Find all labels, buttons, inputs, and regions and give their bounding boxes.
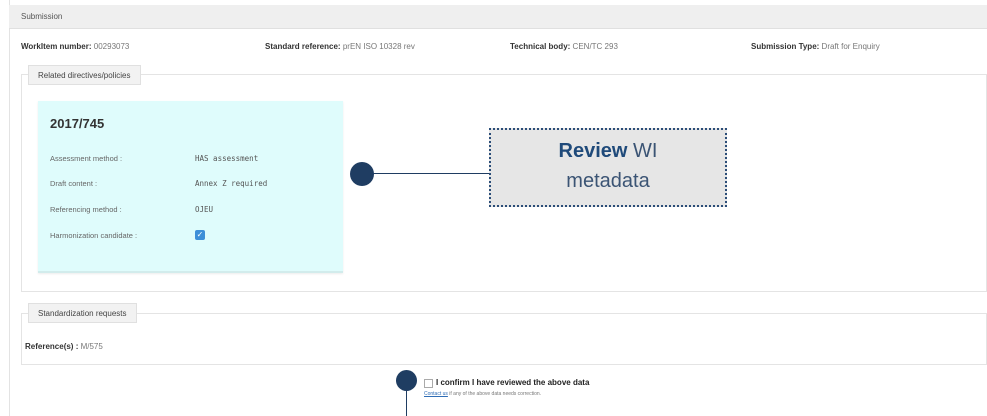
workitem-value: 00293073	[93, 42, 130, 51]
directive-card: 2017/745 Assessment method : HAS assessm…	[38, 101, 343, 273]
confirm-help-text: Contact us if any of the above data need…	[424, 391, 541, 397]
contact-us-link[interactable]: Contact us	[424, 391, 448, 397]
type-value: Draft for Enquiry	[821, 42, 880, 51]
technical-body: Technical body: CEN/TC 293	[510, 42, 618, 51]
requests-legend: Standardization requests	[28, 303, 137, 323]
connector-dot	[350, 162, 374, 186]
review-callout: Review WI metadata	[489, 128, 727, 207]
technical-label: Technical body:	[510, 42, 571, 51]
requests-panel	[21, 313, 987, 365]
standard-label: Standard reference:	[265, 42, 341, 51]
confirm-help-rest: if any of the above data needs correctio…	[447, 391, 542, 397]
submission-type: Submission Type: Draft for Enquiry	[751, 42, 880, 51]
reference-value: M/575	[80, 342, 103, 351]
harmonization-candidate-label: Harmonization candidate :	[50, 231, 138, 240]
callout-bold: Review	[558, 140, 628, 162]
harmonization-checkbox[interactable]: ✓	[195, 230, 205, 240]
confirm-checkbox[interactable]	[424, 379, 433, 388]
assessment-method-label: Assessment method :	[50, 154, 123, 163]
technical-value: CEN/TC 293	[572, 42, 618, 51]
type-label: Submission Type:	[751, 42, 820, 51]
confirm-marker-line	[406, 390, 407, 416]
callout-rest: WI	[633, 140, 658, 162]
directives-legend: Related directives/policies	[28, 65, 141, 85]
workitem-label: WorkItem number:	[21, 42, 92, 51]
assessment-method-value: HAS assessment	[195, 154, 259, 163]
directive-title: 2017/745	[50, 116, 105, 131]
submission-title: Submission	[21, 12, 63, 21]
standard-value: prEN ISO 10328 rev	[342, 42, 415, 51]
reference-label: Reference(s) :	[25, 342, 79, 351]
connector-line	[372, 173, 489, 174]
workitem-number: WorkItem number: 00293073	[21, 42, 129, 51]
referencing-method-label: Referencing method :	[50, 205, 122, 214]
confirm-label: I confirm I have reviewed the above data	[436, 378, 590, 387]
callout-line2: metadata	[566, 170, 650, 192]
referencing-method-value: OJEU	[195, 205, 214, 214]
submission-header: Submission	[9, 5, 987, 29]
standard-reference: Standard reference: prEN ISO 10328 rev	[265, 42, 415, 51]
reference-row: Reference(s) : M/575	[25, 342, 103, 351]
draft-content-value: Annex Z required	[195, 179, 268, 188]
draft-content-label: Draft content :	[50, 179, 98, 188]
confirm-marker-dot	[396, 370, 417, 391]
